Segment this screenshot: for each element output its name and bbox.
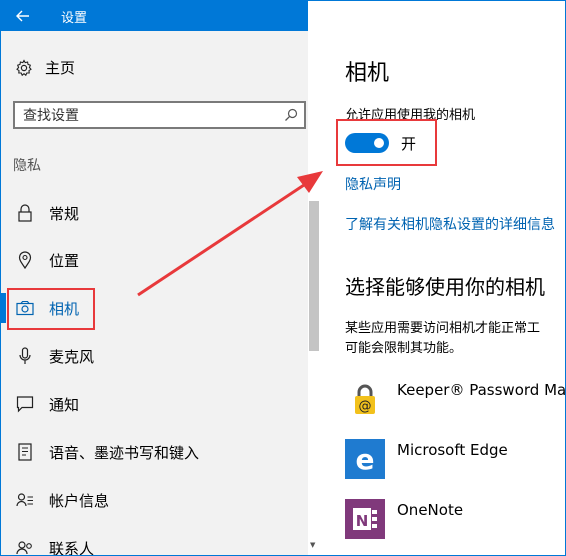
sidebar-item-label: 联系人 xyxy=(49,539,95,556)
search-icon[interactable] xyxy=(283,107,299,123)
apps-description: 某些应用需要访问相机才能正常工 可能会限制其功能。 xyxy=(345,319,540,359)
search-input[interactable] xyxy=(23,106,273,126)
sidebar-item-label: 帐户信息 xyxy=(49,491,110,510)
privacy-statement-link[interactable]: 隐私声明 xyxy=(345,174,401,194)
gear-icon xyxy=(16,58,32,76)
lock-icon xyxy=(15,204,35,222)
toggle-highlight-box xyxy=(336,119,437,166)
notification-icon xyxy=(15,395,35,413)
settings-window: 设置 主页 隐私 常规 xyxy=(0,0,566,556)
svg-text:@: @ xyxy=(359,399,372,414)
edge-icon: e xyxy=(345,439,385,479)
home-label: 主页 xyxy=(45,59,76,77)
sidebar-item-speech[interactable]: 语音、墨迹书写和键入 xyxy=(1,435,301,469)
title-bar: 设置 xyxy=(1,1,308,31)
selection-indicator xyxy=(1,293,6,323)
description-line: 可能会限制其功能。 xyxy=(345,341,463,356)
app-row-edge: e Microsoft Edge xyxy=(345,439,508,479)
learn-more-link[interactable]: 了解有关相机隐私设置的详细信息 xyxy=(345,214,555,234)
camera-settings-pane: 相机 允许应用使用我的相机 开 隐私声明 了解有关相机隐私设置的详细信息 选择能… xyxy=(321,1,566,555)
sidebar-item-microphone[interactable]: 麦克风 xyxy=(1,339,301,373)
back-button[interactable] xyxy=(1,1,45,31)
app-name: Keeper® Password Man xyxy=(397,381,566,399)
sidebar-item-label: 常规 xyxy=(49,204,80,223)
sidebar-item-general[interactable]: 常规 xyxy=(1,196,301,230)
sidebar-item-label: 位置 xyxy=(49,251,80,270)
location-icon xyxy=(15,251,35,269)
window-title: 设置 xyxy=(61,11,88,26)
sidebar-item-label: 麦克风 xyxy=(49,347,95,366)
description-line: 某些应用需要访问相机才能正常工 xyxy=(345,321,541,336)
app-name: OneNote xyxy=(397,501,464,519)
search-box[interactable] xyxy=(13,101,306,129)
sidebar-item-notifications[interactable]: 通知 xyxy=(1,387,301,421)
scroll-down-icon[interactable]: ▼ xyxy=(310,541,318,549)
sidebar-home[interactable]: 主页 xyxy=(15,57,75,78)
sidebar-item-location[interactable]: 位置 xyxy=(1,243,301,277)
camera-highlight-box xyxy=(7,288,95,330)
contacts-icon xyxy=(15,540,35,555)
sidebar-item-contacts[interactable]: 联系人 xyxy=(1,531,301,556)
sidebar-item-account-info[interactable]: 帐户信息 xyxy=(1,483,301,517)
account-icon xyxy=(15,492,35,508)
onenote-icon: N xyxy=(345,499,385,539)
keeper-icon: @ xyxy=(345,379,385,419)
svg-text:N: N xyxy=(356,512,369,530)
choose-apps-heading: 选择能够使用你的相机 xyxy=(345,275,545,299)
app-name: Microsoft Edge xyxy=(397,441,508,459)
speech-icon xyxy=(15,443,35,461)
microphone-icon xyxy=(15,347,35,365)
sidebar-item-label: 语音、墨迹书写和键入 xyxy=(49,443,200,462)
svg-text:e: e xyxy=(356,443,375,476)
privacy-section-label: 隐私 xyxy=(13,158,41,174)
sidebar-item-label: 通知 xyxy=(49,395,80,414)
app-row-keeper: @ Keeper® Password Man xyxy=(345,379,566,419)
sidebar-scrollbar[interactable] xyxy=(309,201,319,351)
back-arrow-icon xyxy=(16,10,29,22)
page-title: 相机 xyxy=(345,61,390,86)
app-row-onenote: N OneNote xyxy=(345,499,463,539)
